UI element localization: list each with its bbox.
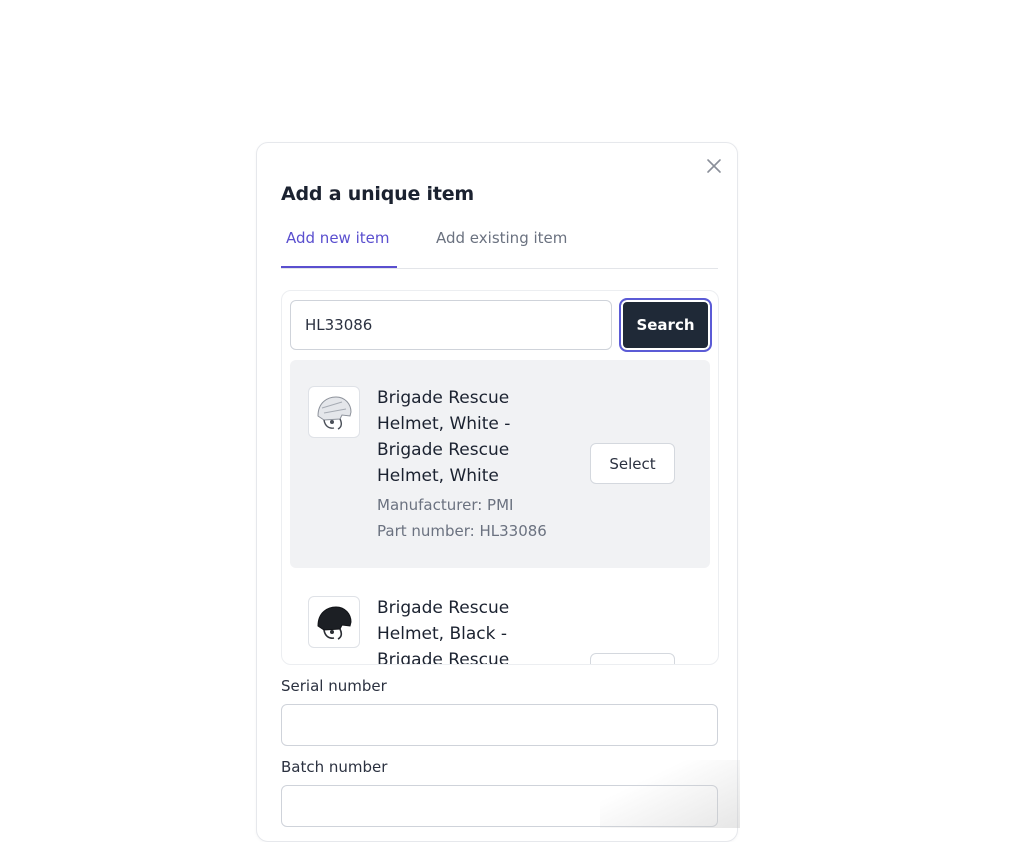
tab-add-existing-item[interactable]: Add existing item: [436, 229, 567, 269]
result-item: Brigade Rescue Helmet, White - Brigade R…: [290, 360, 710, 568]
close-button[interactable]: [703, 155, 725, 177]
search-button[interactable]: Search: [619, 298, 712, 352]
add-item-modal: Add a unique item Add new item Add exist…: [256, 142, 738, 842]
close-icon: [707, 159, 721, 173]
batch-number-label: Batch number: [281, 758, 388, 776]
select-button[interactable]: Select: [590, 653, 675, 664]
active-tab-indicator: [281, 266, 397, 268]
white-helmet-icon: [317, 396, 352, 430]
batch-number-input[interactable]: [281, 785, 718, 827]
search-panel: Search Brigade Rescue Helmet, White - Br…: [281, 290, 719, 665]
modal-title: Add a unique item: [281, 183, 475, 205]
search-input[interactable]: [290, 300, 612, 350]
result-name: Brigade Rescue Helmet, White - Brigade R…: [377, 388, 511, 486]
tab-bar: Add new item Add existing item: [281, 223, 718, 269]
serial-number-input[interactable]: [281, 704, 718, 746]
result-manufacturer: Manufacturer: PMI: [377, 496, 514, 514]
serial-number-label: Serial number: [281, 677, 387, 695]
tab-add-new-item[interactable]: Add new item: [286, 229, 389, 269]
black-helmet-icon: [317, 606, 352, 640]
result-item: Brigade Rescue Helmet, Black - Brigade R…: [290, 570, 710, 665]
result-name: Brigade Rescue Helmet, Black - Brigade R…: [377, 598, 510, 665]
result-part-number: Part number: HL33086: [377, 522, 547, 540]
result-thumbnail: [308, 596, 360, 648]
result-thumbnail: [308, 386, 360, 438]
select-button[interactable]: Select: [590, 443, 675, 484]
